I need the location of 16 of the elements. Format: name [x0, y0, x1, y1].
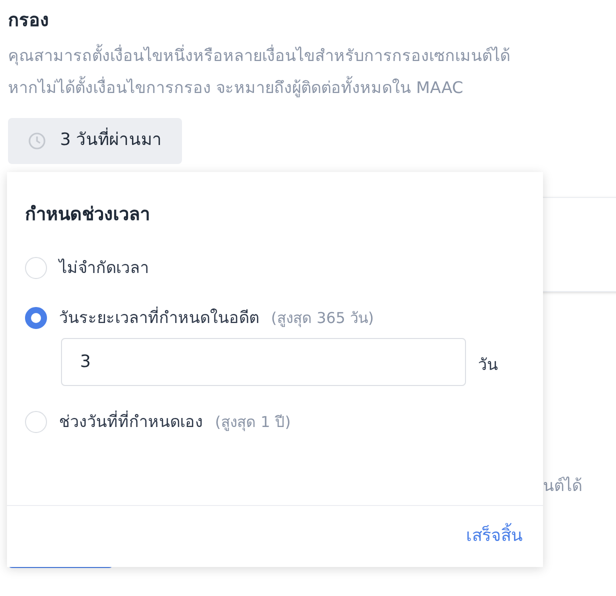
clock-icon: [28, 132, 46, 150]
option-label[interactable]: ไม่จำกัดเวลา: [59, 256, 149, 280]
days-input-field[interactable]: 3: [61, 338, 466, 386]
unit-label: วัน: [478, 354, 498, 376]
description-text: คุณสามารถตั้งเงื่อนไขหนึ่งหรือหลายเงื่อนไขสำหรับการกรองเซกเมนต์ได้: [8, 43, 511, 68]
description-text: หากไม่ได้ตั้งเงื่อนไขการกรอง จะหมายถึงผู้ติดต่อทั้งหมดใน MAAC: [8, 75, 464, 100]
section-title: กรอง: [8, 9, 50, 33]
option-hint: (สูงสุด 365 วัน): [271, 308, 374, 330]
date-range-button[interactable]: 3 วันที่ผ่านมา: [8, 118, 182, 164]
option-label[interactable]: วันระยะเวลาที่กำหนดในอดีต: [59, 306, 259, 330]
done-button[interactable]: เสร็จสิ้น: [466, 524, 523, 550]
radio-button[interactable]: [25, 307, 47, 329]
description-text: นต์ได้: [543, 475, 582, 497]
option-label[interactable]: ช่วงวันที่ที่กำหนดเอง: [59, 410, 203, 434]
option-hint: (สูงสุด 1 ปี): [215, 412, 291, 434]
popover-title: กำหนดช่วงเวลา: [25, 203, 151, 227]
